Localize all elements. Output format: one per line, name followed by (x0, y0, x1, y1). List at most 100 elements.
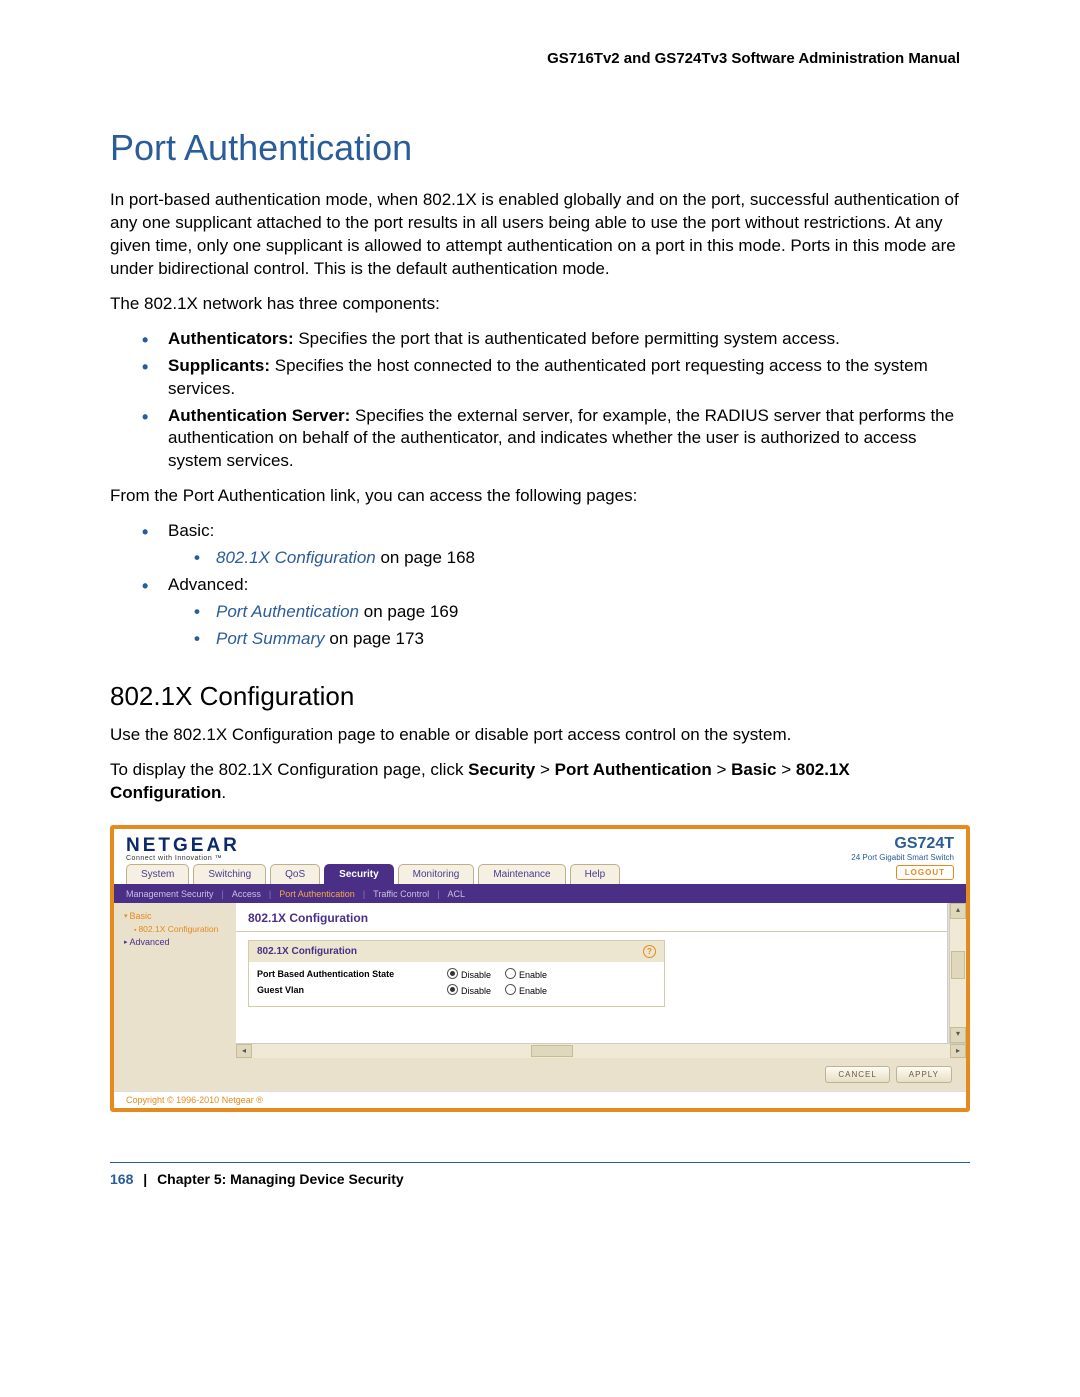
list-item: Port Summary on page 173 (194, 628, 970, 651)
components-intro: The 802.1X network has three components: (110, 293, 970, 316)
field-port-auth-state: Port Based Authentication State Disable … (257, 966, 656, 982)
scroll-track[interactable] (950, 919, 966, 1027)
brand-name: NETGEAR (126, 835, 240, 856)
radio-icon (447, 984, 458, 995)
text: To display the 802.1X Configuration page… (110, 760, 468, 779)
subnav-port-auth[interactable]: Port Authentication (279, 889, 355, 899)
list-item: Authenticators: Specifies the port that … (142, 328, 970, 351)
field-label: Port Based Authentication State (257, 969, 437, 979)
vertical-scrollbar[interactable]: ▴ ▾ (949, 903, 966, 1043)
radio-label: Enable (519, 970, 547, 980)
side-nav: Basic 802.1X Configuration Advanced (114, 903, 236, 1043)
separator-icon: | (137, 1171, 153, 1187)
radio-label: Disable (461, 970, 491, 980)
separator-icon: | (359, 889, 369, 899)
pane-title: 802.1X Configuration (236, 903, 947, 932)
subnav-access[interactable]: Access (232, 889, 261, 899)
scroll-up-icon[interactable]: ▴ (950, 903, 966, 919)
sidenav-8021x-config[interactable]: 802.1X Configuration (120, 923, 230, 935)
tab-system[interactable]: System (126, 864, 189, 884)
manual-header: GS716Tv2 and GS724Tv3 Software Administr… (110, 50, 960, 67)
radio-disable[interactable]: Disable (447, 968, 491, 980)
separator-icon: | (433, 889, 443, 899)
page-number: 168 (110, 1171, 133, 1187)
section-desc: Use the 802.1X Configuration page to ena… (110, 724, 970, 747)
logout-button[interactable]: LOGOUT (896, 865, 954, 880)
scroll-thumb[interactable] (531, 1045, 573, 1057)
advanced-label: Advanced: (168, 575, 248, 594)
radio-label: Enable (519, 986, 547, 996)
tab-qos[interactable]: QoS (270, 864, 320, 884)
list-item: 802.1X Configuration on page 168 (194, 547, 970, 570)
horizontal-scrollbar[interactable]: ◂ ▸ (236, 1043, 966, 1058)
list-item: Advanced: Port Authentication on page 16… (142, 574, 970, 651)
term: Supplicants: (168, 356, 270, 375)
main-pane: 802.1X Configuration 802.1X Configuratio… (236, 903, 948, 1043)
separator-icon: | (265, 889, 275, 899)
copyright-text: Copyright © 1996-2010 Netgear ® (114, 1091, 966, 1108)
chapter-title: Chapter 5: Managing Device Security (157, 1171, 404, 1187)
tab-security[interactable]: Security (324, 864, 393, 884)
tab-switching[interactable]: Switching (193, 864, 266, 884)
page-ref: on page 173 (325, 629, 424, 648)
term: Authentication Server: (168, 406, 350, 425)
breadcrumb-part: Security (468, 760, 535, 779)
field-label: Guest Vlan (257, 985, 437, 995)
help-icon[interactable]: ? (643, 945, 656, 958)
link-port-auth[interactable]: Port Authentication (216, 602, 359, 621)
list-item: Port Authentication on page 169 (194, 601, 970, 624)
gt-icon: > (535, 760, 554, 779)
panel-footer: CANCEL APPLY (114, 1058, 966, 1091)
radio-icon (505, 984, 516, 995)
basic-label: Basic: (168, 521, 214, 540)
list-item: Authentication Server: Specifies the ext… (142, 405, 970, 474)
scroll-track[interactable] (252, 1044, 950, 1058)
brand-logo: NETGEAR Connect with Innovation ™ (126, 835, 240, 862)
radio-icon (505, 968, 516, 979)
breadcrumb-part: Port Authentication (555, 760, 712, 779)
pages-intro: From the Port Authentication link, you c… (110, 485, 970, 508)
config-panel: 802.1X Configuration ? Port Based Authen… (248, 940, 665, 1007)
page-ref: on page 169 (359, 602, 458, 621)
tab-monitoring[interactable]: Monitoring (398, 864, 475, 884)
separator-icon: | (218, 889, 228, 899)
radio-enable[interactable]: Enable (505, 968, 547, 980)
breadcrumb-part: Basic (731, 760, 776, 779)
radio-disable[interactable]: Disable (447, 984, 491, 996)
sub-nav: Management Security | Access | Port Authen… (114, 884, 966, 903)
scroll-down-icon[interactable]: ▾ (950, 1027, 966, 1043)
panel-title-text: 802.1X Configuration (257, 946, 357, 957)
radio-label: Disable (461, 986, 491, 996)
subnav-traffic-control[interactable]: Traffic Control (373, 889, 429, 899)
text: . (221, 783, 226, 802)
scroll-thumb[interactable] (951, 951, 965, 979)
sidenav-advanced[interactable]: Advanced (120, 935, 230, 949)
scroll-left-icon[interactable]: ◂ (236, 1044, 252, 1058)
intro-paragraph: In port-based authentication mode, when … (110, 189, 970, 281)
page-ref: on page 168 (376, 548, 475, 567)
cancel-button[interactable]: CANCEL (825, 1066, 889, 1083)
radio-enable[interactable]: Enable (505, 984, 547, 996)
list-item: Supplicants: Specifies the host connecte… (142, 355, 970, 401)
page-title: Port Authentication (110, 127, 970, 169)
main-tabs: System Switching QoS Security Monitoring… (114, 864, 966, 884)
nav-instruction: To display the 802.1X Configuration page… (110, 759, 970, 805)
subnav-acl[interactable]: ACL (448, 889, 466, 899)
gt-icon: > (712, 760, 731, 779)
device-model: GS724T (851, 835, 954, 853)
gt-icon: > (776, 760, 795, 779)
term: Authenticators: (168, 329, 294, 348)
link-port-summary[interactable]: Port Summary (216, 629, 325, 648)
sidenav-basic[interactable]: Basic (120, 909, 230, 923)
tab-help[interactable]: Help (570, 864, 621, 884)
pages-list: Basic: 802.1X Configuration on page 168 … (110, 520, 970, 651)
footer-rule (110, 1162, 970, 1163)
subnav-mgmt-security[interactable]: Management Security (126, 889, 214, 899)
definition: Specifies the host connected to the auth… (168, 356, 928, 398)
components-list: Authenticators: Specifies the port that … (110, 328, 970, 474)
tab-maintenance[interactable]: Maintenance (478, 864, 565, 884)
link-8021x-config[interactable]: 802.1X Configuration (216, 548, 376, 567)
apply-button[interactable]: APPLY (896, 1066, 952, 1083)
scroll-right-icon[interactable]: ▸ (950, 1044, 966, 1058)
page-footer: 168 | Chapter 5: Managing Device Securit… (110, 1171, 970, 1187)
